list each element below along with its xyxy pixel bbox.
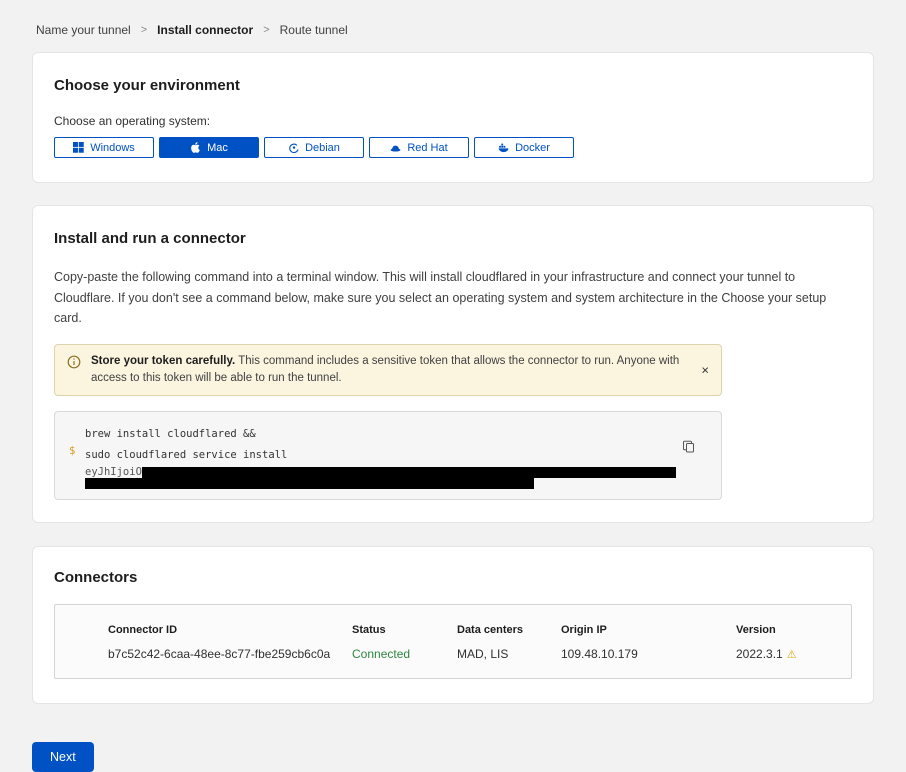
token-prefix: eyJhIjoiO bbox=[85, 466, 142, 478]
warning-close-icon[interactable]: × bbox=[699, 362, 711, 379]
page: Name your tunnel > Install connector > R… bbox=[0, 0, 906, 772]
redhat-icon bbox=[390, 142, 401, 153]
debian-icon bbox=[288, 142, 299, 153]
table-header-row: Connector ID Status Data centers Origin … bbox=[108, 624, 851, 636]
os-button-redhat[interactable]: Red Hat bbox=[369, 137, 469, 158]
token-line-2 bbox=[85, 478, 677, 489]
shell-prompt: $ bbox=[69, 424, 85, 489]
connectors-card: Connectors Connector ID Status Data cent… bbox=[32, 546, 874, 704]
os-button-docker[interactable]: Docker bbox=[474, 137, 574, 158]
cell-data-centers: MAD, LIS bbox=[457, 647, 561, 661]
install-description: Copy-paste the following command into a … bbox=[54, 267, 852, 329]
cell-origin-ip: 109.48.10.179 bbox=[561, 647, 736, 661]
header-data-centers: Data centers bbox=[457, 624, 561, 636]
connectors-card-title: Connectors bbox=[54, 569, 852, 586]
info-icon bbox=[67, 355, 81, 369]
breadcrumb-step-name-tunnel[interactable]: Name your tunnel bbox=[36, 23, 131, 37]
windows-icon bbox=[73, 142, 84, 153]
apple-icon bbox=[190, 142, 201, 153]
command-line-2: sudo cloudflared service install bbox=[85, 445, 677, 466]
os-button-label: Docker bbox=[515, 142, 550, 154]
token-line: eyJhIjoiO bbox=[85, 466, 677, 478]
os-button-debian[interactable]: Debian bbox=[264, 137, 364, 158]
os-button-label: Red Hat bbox=[407, 142, 447, 154]
docker-icon bbox=[498, 142, 509, 153]
status-badge: Connected bbox=[352, 647, 457, 661]
os-button-label: Mac bbox=[207, 142, 228, 154]
cell-connector-id: b7c52c42-6caa-48ee-8c77-fbe259cb6c0a bbox=[108, 647, 352, 661]
cell-version: 2022.3.1 ⚠ bbox=[736, 647, 851, 661]
install-connector-card: Install and run a connector Copy-paste t… bbox=[32, 205, 874, 523]
os-button-row: Windows Mac Debian Red bbox=[54, 137, 852, 158]
breadcrumb-separator: > bbox=[141, 24, 147, 36]
redacted-token-bar bbox=[142, 467, 676, 478]
breadcrumb-separator: > bbox=[263, 24, 269, 36]
os-select-label: Choose an operating system: bbox=[54, 114, 852, 128]
header-origin-ip: Origin IP bbox=[561, 624, 736, 636]
breadcrumb-step-install-connector[interactable]: Install connector bbox=[157, 23, 253, 37]
copy-icon bbox=[682, 440, 695, 453]
header-connector-id: Connector ID bbox=[108, 624, 352, 636]
os-button-label: Windows bbox=[90, 142, 135, 154]
command-line-1: brew install cloudflared && bbox=[85, 424, 677, 445]
choose-environment-card: Choose your environment Choose an operat… bbox=[32, 52, 874, 183]
header-status: Status bbox=[352, 624, 457, 636]
command-lines: brew install cloudflared && sudo cloudfl… bbox=[85, 424, 677, 489]
install-card-title: Install and run a connector bbox=[54, 230, 852, 247]
breadcrumb-step-route-tunnel[interactable]: Route tunnel bbox=[280, 23, 348, 37]
next-button[interactable]: Next bbox=[32, 742, 94, 772]
install-command-codeblock: $ brew install cloudflared && sudo cloud… bbox=[54, 411, 722, 500]
copy-command-button[interactable] bbox=[680, 438, 697, 458]
version-warning-icon: ⚠ bbox=[787, 648, 797, 661]
header-version: Version bbox=[736, 624, 851, 636]
redacted-token-bar bbox=[85, 478, 534, 489]
environment-card-title: Choose your environment bbox=[54, 77, 852, 94]
connectors-table: Connector ID Status Data centers Origin … bbox=[54, 604, 852, 679]
os-button-windows[interactable]: Windows bbox=[54, 137, 154, 158]
breadcrumb: Name your tunnel > Install connector > R… bbox=[32, 0, 874, 52]
token-warning-text: Store your token carefully.This command … bbox=[91, 353, 687, 388]
version-value: 2022.3.1 bbox=[736, 647, 783, 661]
os-button-label: Debian bbox=[305, 142, 340, 154]
os-button-mac[interactable]: Mac bbox=[159, 137, 259, 158]
token-warning-bold: Store your token carefully. bbox=[91, 355, 235, 367]
table-row: b7c52c42-6caa-48ee-8c77-fbe259cb6c0a Con… bbox=[108, 647, 851, 661]
token-warning-banner: Store your token carefully.This command … bbox=[54, 344, 722, 397]
